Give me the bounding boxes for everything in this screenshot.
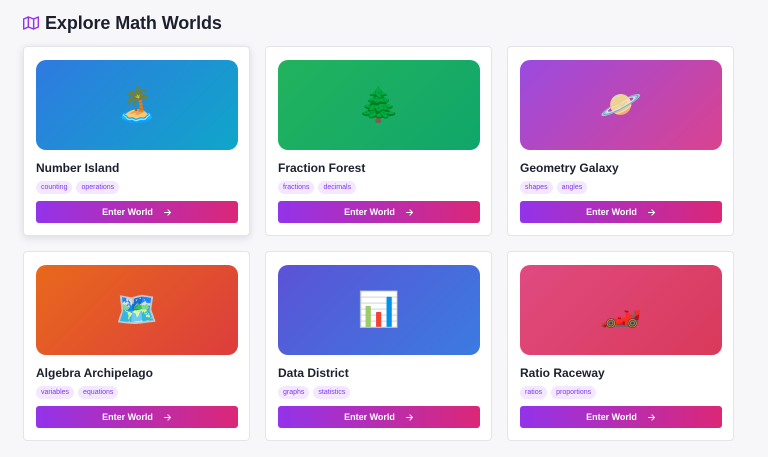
world-banner: 🗺️ [36,265,238,355]
world-map-icon: 🗺️ [115,291,159,329]
world-title: Algebra Archipelago [36,366,153,380]
world-banner: 🏝️ [36,60,238,150]
ringed-planet-icon: 🪐 [599,86,643,124]
topic-tag: angles [556,181,588,194]
page-header: Explore Math Worlds [23,12,222,34]
enter-world-label: Enter World [344,207,395,217]
enter-world-button[interactable]: Enter World [36,406,238,428]
enter-world-label: Enter World [344,412,395,422]
worlds-grid: 🏝️ Number Island counting operations Ente… [23,46,735,441]
topic-tag: proportions [551,386,597,399]
enter-world-label: Enter World [102,412,153,422]
topic-tag: statistics [313,386,351,399]
world-card-2: 🌲 Fraction Forest fractions decimals Ente… [265,46,492,236]
world-tags: variables equations [36,386,237,399]
arrow-right-icon [405,413,414,422]
world-card-1: 🏝️ Number Island counting operations Ente… [23,46,250,236]
topic-tag: shapes [520,181,553,194]
arrow-right-icon [163,413,172,422]
world-tags: graphs statistics [278,386,479,399]
enter-world-button[interactable]: Enter World [278,201,480,223]
enter-world-label: Enter World [586,207,637,217]
topic-tag: decimals [318,181,357,194]
world-tags: counting operations [36,181,237,194]
arrow-right-icon [163,208,172,217]
world-banner: 🌲 [278,60,480,150]
arrow-right-icon [647,413,656,422]
racing-car-icon: 🏎️ [599,291,643,329]
topic-tag: ratios [520,386,548,399]
world-card-5: 📊 Data District graphs statistics Enter W… [265,251,492,441]
world-title: Data District [278,366,349,380]
world-tags: ratios proportions [520,386,721,399]
math-worlds-page: Explore Math Worlds 🏝️ Number Island cou… [0,0,768,457]
arrow-right-icon [647,208,656,217]
world-title: Geometry Galaxy [520,161,619,175]
world-card-4: 🗺️ Algebra Archipelago variables equation… [23,251,250,441]
map-icon [23,15,39,31]
enter-world-button[interactable]: Enter World [520,406,722,428]
enter-world-button[interactable]: Enter World [36,201,238,223]
world-card-6: 🏎️ Ratio Raceway ratios proportions Enter… [507,251,734,441]
world-banner: 🪐 [520,60,722,150]
desert-island-icon: 🏝️ [115,86,159,124]
enter-world-label: Enter World [102,207,153,217]
world-tags: shapes angles [520,181,721,194]
world-card-3: 🪐 Geometry Galaxy shapes angles Enter Wor… [507,46,734,236]
world-title: Ratio Raceway [520,366,605,380]
world-tags: fractions decimals [278,181,479,194]
enter-world-button[interactable]: Enter World [278,406,480,428]
topic-tag: variables [36,386,75,399]
enter-world-label: Enter World [586,412,637,422]
topic-tag: equations [78,386,119,399]
topic-tag: graphs [278,386,310,399]
arrow-right-icon [405,208,414,217]
world-banner: 🏎️ [520,265,722,355]
enter-world-button[interactable]: Enter World [520,201,722,223]
world-banner: 📊 [278,265,480,355]
world-title: Number Island [36,161,120,175]
page-title: Explore Math Worlds [45,12,222,33]
world-title: Fraction Forest [278,161,366,175]
topic-tag: fractions [278,181,315,194]
evergreen-tree-icon: 🌲 [357,86,401,124]
topic-tag: counting [36,181,73,194]
bar-chart-icon: 📊 [357,291,401,329]
topic-tag: operations [76,181,120,194]
